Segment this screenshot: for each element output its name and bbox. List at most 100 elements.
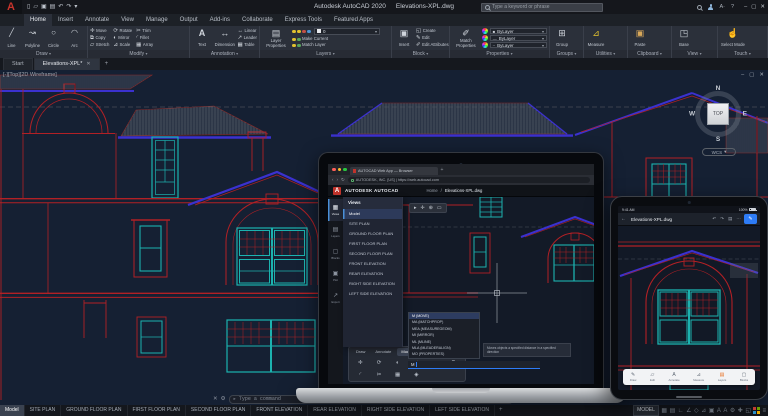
create-block-button[interactable]: ◱ Create bbox=[416, 28, 449, 34]
undo-icon[interactable]: ↶ bbox=[712, 216, 716, 222]
edit-attributes-button[interactable]: ✐ Edit Attributes bbox=[416, 42, 449, 48]
home-indicator[interactable] bbox=[676, 396, 702, 398]
pan-tool-icon[interactable]: ✛ bbox=[421, 205, 425, 211]
zoom-tool-icon[interactable]: ⊕ bbox=[429, 205, 433, 211]
search-input[interactable] bbox=[492, 4, 599, 10]
close-drawing-icon[interactable]: ✕ bbox=[759, 72, 764, 78]
rail-views[interactable]: ▦ Views bbox=[328, 199, 343, 221]
layout-tab[interactable]: GROUND FLOOR PLAN bbox=[61, 405, 127, 416]
viewcube-top-face[interactable]: TOP bbox=[707, 103, 729, 125]
view-list-item[interactable]: LEFT SIDE ELEVATION bbox=[343, 289, 402, 299]
more-icon[interactable]: ⋯ bbox=[736, 216, 741, 222]
tool-trim[interactable]: ✂ Trim bbox=[136, 28, 153, 34]
viewcube-south[interactable]: S bbox=[716, 136, 720, 143]
mini-tool-move[interactable]: ✛ bbox=[358, 360, 363, 366]
mini-tool-fillet[interactable]: ◜ bbox=[359, 372, 361, 378]
viewport-controls[interactable]: [-][Top][2D Wireframe] bbox=[3, 72, 57, 78]
app-store-icon[interactable]: A· bbox=[719, 0, 725, 14]
mini-tool-rotate[interactable]: ⟳ bbox=[377, 360, 382, 366]
tool-rotate[interactable]: ⟳ Rotate bbox=[113, 28, 132, 34]
view-list-item[interactable]: RIGHT SIDE ELEVATION bbox=[343, 279, 402, 289]
tool-panel-tab[interactable]: Annotate bbox=[371, 348, 395, 356]
rail-blocks[interactable]: ▢ Blocks bbox=[328, 243, 343, 265]
ribbon-tab[interactable]: View bbox=[115, 14, 140, 26]
tablet-tool-edit[interactable]: ▱ Edit bbox=[650, 372, 655, 383]
browser-back-icon[interactable]: ‹ bbox=[332, 177, 334, 183]
application-menu-button[interactable]: A bbox=[0, 0, 22, 14]
text-button[interactable]: A Text bbox=[192, 27, 212, 49]
new-browser-tab-button[interactable]: + bbox=[441, 165, 444, 175]
layers-icon[interactable]: ▤ bbox=[728, 216, 732, 222]
layout-tab[interactable]: SECOND FLOOR PLAN bbox=[186, 405, 251, 416]
tool-mirror[interactable]: ◐ Mirror bbox=[113, 35, 132, 41]
property-select[interactable]: ■ ByLayer ▾ bbox=[490, 28, 547, 34]
mini-tool-mirror[interactable]: ◐ bbox=[396, 360, 399, 366]
viewcube-west[interactable]: W bbox=[689, 111, 695, 118]
tool-circle[interactable]: ○ Circle bbox=[44, 27, 63, 49]
group-button[interactable]: ⊞ Group bbox=[552, 27, 572, 49]
close-file-tab-icon[interactable]: ✕ bbox=[86, 59, 90, 70]
tool-move[interactable]: ✛ Move bbox=[90, 28, 109, 34]
view-list-item[interactable]: REAR ELEVATION bbox=[343, 269, 402, 279]
tool-stretch[interactable]: ▱ Stretch bbox=[90, 42, 109, 48]
view-list-item[interactable]: GROUND FLOOR PLAN bbox=[343, 229, 402, 239]
mini-tool-trim[interactable]: ✂ bbox=[377, 372, 382, 378]
ortho-mode-icon[interactable]: ∟ bbox=[678, 406, 684, 416]
browser-minimize-button[interactable] bbox=[338, 168, 342, 172]
browser-zoom-button[interactable] bbox=[343, 168, 347, 172]
webapp-command-input[interactable]: M bbox=[408, 361, 540, 369]
close-button[interactable]: ✕ bbox=[760, 4, 765, 10]
view-list-item[interactable]: Model bbox=[343, 209, 402, 219]
select-mode-button[interactable]: ☝ Select Mode bbox=[720, 27, 746, 49]
tool-table[interactable]: ▦ Table bbox=[238, 42, 258, 48]
tool-panel-tab[interactable]: Draw bbox=[352, 348, 369, 356]
browser-close-button[interactable] bbox=[332, 168, 336, 172]
ribbon-tab[interactable]: Output bbox=[174, 14, 204, 26]
ribbon-tab[interactable]: Add-ins bbox=[204, 14, 236, 26]
sign-in-icon[interactable] bbox=[708, 4, 713, 10]
rail-layers[interactable]: ▤ Layers bbox=[328, 221, 343, 243]
redo-icon[interactable]: ↷ bbox=[720, 216, 724, 222]
grid-display-icon[interactable]: ▦ bbox=[661, 406, 667, 416]
tool-fillet[interactable]: ◜ Fillet bbox=[136, 35, 153, 41]
base-view-button[interactable]: ◳ Base bbox=[674, 27, 694, 49]
match-layer-button[interactable]: Match Layer bbox=[292, 42, 389, 48]
tool-array[interactable]: ▦ Array bbox=[136, 42, 153, 48]
view-list-item[interactable]: SECOND FLOOR PLAN bbox=[343, 249, 402, 259]
edit-block-button[interactable]: ✎ Edit bbox=[416, 35, 449, 41]
ribbon-tab[interactable]: Express Tools bbox=[279, 14, 328, 26]
browser-tab[interactable]: AUTOCAD Web App — Browser bbox=[350, 167, 438, 175]
view-list-item[interactable]: FIRST FLOOR PLAN bbox=[343, 239, 402, 249]
dimension-button[interactable]: ↔ Dimension bbox=[214, 27, 236, 49]
polar-tracking-icon[interactable]: ∠ bbox=[686, 406, 691, 416]
help-search-box[interactable] bbox=[481, 3, 603, 12]
file-tab[interactable]: Start bbox=[3, 58, 33, 70]
ribbon-tab[interactable]: Home bbox=[24, 14, 52, 26]
restore-button[interactable]: ▢ bbox=[751, 4, 756, 10]
close-command-icon[interactable]: ✕ bbox=[213, 396, 218, 402]
snap-mode-icon[interactable]: ▤ bbox=[670, 406, 676, 416]
property-select[interactable]: ╌ ByLayer ▾ bbox=[490, 42, 547, 48]
tablet-tool-blocks[interactable]: ▢ Blocks bbox=[740, 372, 748, 383]
tablet-tool-layers[interactable]: ▤ Layers bbox=[718, 372, 726, 383]
ribbon-tab[interactable]: Manage bbox=[140, 14, 174, 26]
tool-linear[interactable]: ↔ Linear bbox=[238, 28, 258, 34]
new-file-icon[interactable]: ▯ bbox=[27, 0, 30, 14]
tool-scale[interactable]: ⊿ Scale bbox=[113, 42, 132, 48]
customize-command-icon[interactable]: ⚙ bbox=[221, 396, 226, 402]
select-tool-icon[interactable]: ▸ bbox=[414, 205, 417, 211]
property-select[interactable]: — ByLayer ▾ bbox=[490, 35, 547, 41]
paste-button[interactable]: ▣ Paste bbox=[630, 27, 650, 49]
view-list-item[interactable]: FRONT ELEVATION bbox=[343, 259, 402, 269]
workspace-gear-icon[interactable]: ⚙ bbox=[730, 406, 735, 416]
layout-tab[interactable]: FIRST FLOOR PLAN bbox=[128, 405, 186, 416]
tool-line[interactable]: ╱ Line bbox=[2, 27, 21, 49]
isolate-objects-icon[interactable]: ◱ bbox=[745, 406, 751, 416]
tool-polyline[interactable]: ↝ Polyline bbox=[23, 27, 42, 49]
annotation-scale-icon[interactable]: A bbox=[723, 406, 727, 416]
view-list-item[interactable]: SITE PLAN bbox=[343, 219, 402, 229]
annotation-visibility-icon[interactable]: A bbox=[717, 406, 721, 416]
tablet-tool-draw[interactable]: ✎ Draw bbox=[630, 372, 637, 383]
tool-arc[interactable]: ◠ Arc bbox=[65, 27, 84, 49]
layer-properties-button[interactable]: ▤ Layer Properties bbox=[262, 27, 290, 49]
